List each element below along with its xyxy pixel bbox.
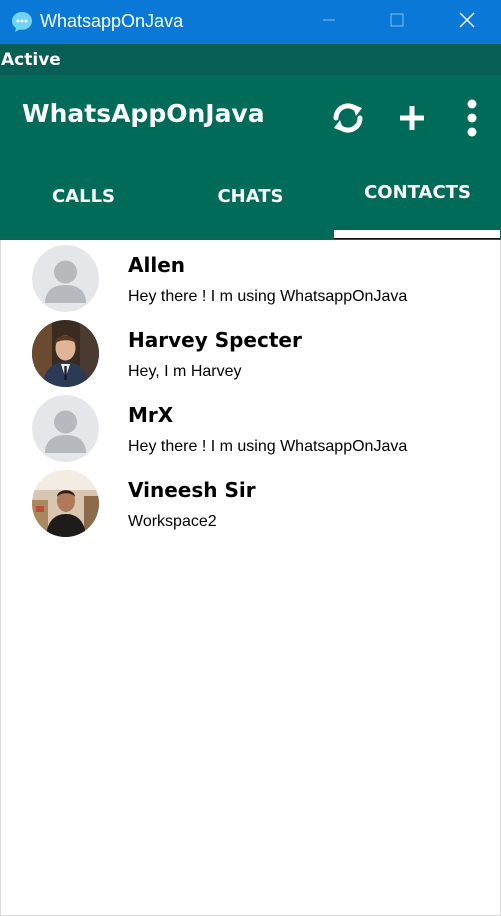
add-button[interactable] xyxy=(393,100,431,140)
chat-bubble-icon xyxy=(10,10,34,34)
close-button[interactable] xyxy=(444,0,490,44)
profile-photo xyxy=(32,320,99,387)
selected-tab-indicator xyxy=(334,230,500,239)
tab-chats[interactable]: CHATS xyxy=(167,170,334,240)
window-titlebar: WhatsappOnJava xyxy=(0,0,501,44)
window-title: WhatsappOnJava xyxy=(40,11,184,31)
more-options-button[interactable] xyxy=(458,97,486,143)
minimize-button[interactable] xyxy=(306,0,352,44)
contact-item[interactable]: MrX Hey there ! I m using WhatsappOnJava xyxy=(1,390,500,465)
default-avatar-icon xyxy=(32,245,99,312)
maximize-icon xyxy=(390,13,404,32)
contact-name: Harvey Specter xyxy=(128,328,302,352)
default-avatar-icon xyxy=(32,395,99,462)
contact-name: Allen xyxy=(128,253,185,277)
refresh-button[interactable] xyxy=(326,98,370,142)
maximize-button[interactable] xyxy=(374,0,420,44)
app-name: WhatsAppOnJava xyxy=(22,99,265,128)
profile-photo xyxy=(32,470,99,537)
close-icon xyxy=(459,12,475,33)
refresh-icon xyxy=(328,98,368,143)
app-header: WhatsAppOnJava CALLS CHATS CONTACTS xyxy=(0,75,501,240)
minimize-icon xyxy=(322,13,336,32)
contact-item[interactable]: Harvey Specter Hey, I m Harvey xyxy=(1,315,500,390)
contact-about: Hey, I m Harvey xyxy=(128,363,242,380)
tab-calls[interactable]: CALLS xyxy=(0,170,167,240)
contact-about: Hey there ! I m using WhatsappOnJava xyxy=(128,438,408,455)
contacts-list: Allen Hey there ! I m using WhatsappOnJa… xyxy=(0,240,501,916)
contact-item[interactable]: Vineesh Sir Workspace2 xyxy=(1,465,500,540)
contact-name: MrX xyxy=(128,403,174,427)
contact-about: Hey there ! I m using WhatsappOnJava xyxy=(128,288,408,305)
contact-about: Workspace2 xyxy=(128,513,217,530)
plus-icon xyxy=(397,103,427,138)
status-label: Active xyxy=(0,44,501,75)
more-vertical-icon xyxy=(465,98,479,143)
contact-name: Vineesh Sir xyxy=(128,478,256,502)
contact-item[interactable]: Allen Hey there ! I m using WhatsappOnJa… xyxy=(1,240,500,315)
